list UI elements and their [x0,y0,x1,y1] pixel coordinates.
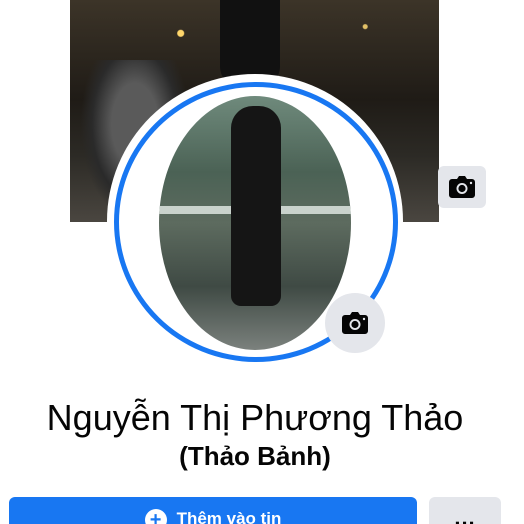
more-options-icon: ... [454,505,476,524]
profile-name: Nguyễn Thị Phương Thảo [46,397,464,438]
camera-icon [342,312,368,334]
profile-nickname: (Thảo Bảnh) [179,441,331,471]
add-to-story-label: Thêm vào tin [176,509,282,524]
plus-circle-icon: + [144,509,167,524]
profile-picture-person [231,106,281,306]
profile-picture[interactable] [159,96,351,350]
camera-icon [449,176,475,198]
more-options-button[interactable]: ... [429,497,501,524]
add-to-story-button[interactable]: + Thêm vào tin [9,497,417,524]
edit-profile-picture-button[interactable] [325,293,385,353]
edit-cover-photo-button[interactable] [438,166,486,208]
